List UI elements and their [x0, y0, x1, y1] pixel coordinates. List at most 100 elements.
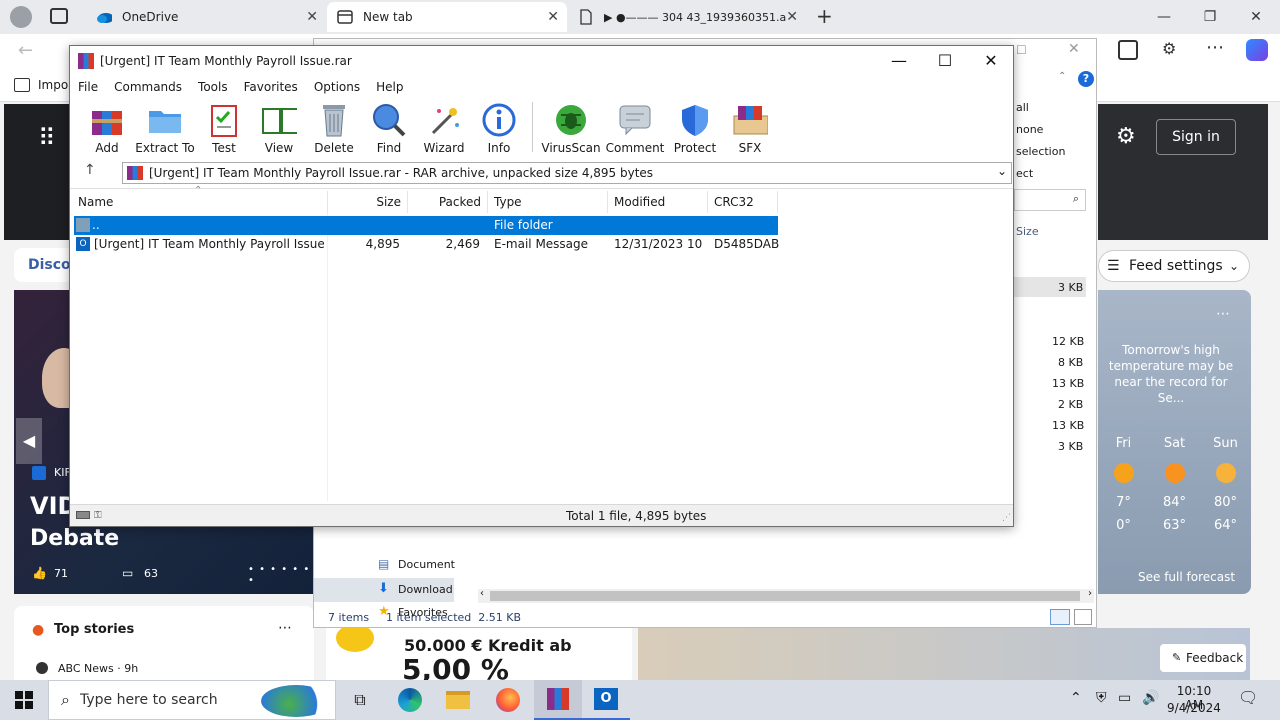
menu-options[interactable]: Options: [306, 80, 368, 94]
explorer-search-box[interactable]: ⌕: [1014, 189, 1086, 211]
close-tab-icon[interactable]: ✕: [306, 9, 318, 25]
menu-favorites[interactable]: Favorites: [236, 80, 306, 94]
explorer-restore-icon[interactable]: ☐: [1016, 43, 1027, 57]
nav-item-documents[interactable]: ▤ Document: [314, 554, 455, 576]
see-full-forecast-link[interactable]: See full forecast: [1138, 570, 1235, 584]
delete-button[interactable]: Delete: [306, 98, 362, 156]
import-favorites-link[interactable]: Impor: [38, 78, 73, 92]
column-header-size[interactable]: Size: [328, 191, 408, 213]
menu-help[interactable]: Help: [368, 80, 411, 94]
size-column-header[interactable]: Size: [1016, 225, 1039, 238]
network-icon[interactable]: ▭: [1118, 690, 1131, 706]
archive-path-box[interactable]: [Urgent] IT Team Monthly Payroll Issue.r…: [122, 162, 1012, 184]
info-button[interactable]: Info: [472, 98, 526, 156]
sign-in-button[interactable]: Sign in: [1156, 119, 1236, 155]
sfx-button[interactable]: SFX: [723, 98, 777, 156]
view-button[interactable]: View: [252, 98, 306, 156]
winrar-taskbar-button[interactable]: [534, 680, 582, 720]
ad-card[interactable]: 50.000 € Kredit ab 5,00 %: [326, 624, 632, 680]
firefox-taskbar-button[interactable]: [484, 680, 532, 720]
minimize-icon[interactable]: —: [876, 46, 922, 76]
column-header-crc32[interactable]: CRC32: [708, 191, 778, 213]
scrollbar-thumb[interactable]: [490, 591, 1080, 601]
extensions-icon[interactable]: ⚙: [1162, 39, 1176, 58]
find-button[interactable]: Find: [362, 98, 416, 156]
column-header-packed[interactable]: Packed: [408, 191, 488, 213]
discover-button[interactable]: Discov: [14, 248, 80, 282]
maximize-icon[interactable]: ☐: [922, 46, 968, 76]
add-button[interactable]: Add: [80, 98, 134, 156]
taskbar-search-box[interactable]: ⌕ Type here to search: [48, 680, 336, 720]
feed-settings-button[interactable]: ☰ Feed settings ⌄: [1098, 250, 1250, 282]
more-menu-icon[interactable]: ⋯: [1206, 37, 1224, 58]
key-icon[interactable]: ⚿: [94, 510, 102, 521]
table-row-parent-folder[interactable]: .. File folder: [74, 216, 778, 235]
select-all-button[interactable]: all: [1016, 101, 1029, 114]
scroll-left-icon[interactable]: ‹: [480, 588, 484, 599]
tab-actions-icon[interactable]: [50, 8, 68, 24]
close-window-icon[interactable]: ✕: [968, 46, 1014, 76]
menu-commands[interactable]: Commands: [106, 80, 190, 94]
extract-to-button[interactable]: Extract To: [134, 98, 196, 156]
close-window-icon[interactable]: ✕: [1233, 4, 1279, 30]
minimize-icon[interactable]: —: [1141, 4, 1187, 30]
tab-audio-file[interactable]: ▶ ●——— 304 43_1939360351.a ✕: [568, 2, 806, 32]
virusscan-button[interactable]: VirusScan: [539, 98, 603, 156]
weather-alert[interactable]: Tomorrow's high temperature may be near …: [1108, 342, 1234, 406]
details-view-icon[interactable]: [1050, 609, 1070, 625]
file-explorer-taskbar-button[interactable]: [434, 680, 482, 720]
help-icon[interactable]: ?: [1078, 71, 1094, 87]
comment-bubble-icon[interactable]: ▭: [122, 566, 133, 580]
large-icons-view-icon[interactable]: [1074, 609, 1092, 625]
notifications-icon[interactable]: 🗨: [1238, 688, 1258, 707]
more-options-icon[interactable]: ⋯: [278, 620, 292, 636]
restore-icon[interactable]: ❐: [1187, 4, 1233, 30]
nav-item-downloads[interactable]: ⬇ Download: [314, 578, 454, 602]
settings-gear-icon[interactable]: ⚙: [1116, 124, 1136, 149]
column-header-modified[interactable]: Modified: [608, 191, 708, 213]
resize-grip-icon[interactable]: ⋰: [1002, 513, 1011, 523]
profile-avatar[interactable]: [10, 6, 32, 28]
back-arrow-icon[interactable]: ←: [18, 40, 33, 61]
scroll-right-icon[interactable]: ›: [1088, 588, 1092, 599]
news-image-card[interactable]: Feedback ✎: [638, 628, 1250, 680]
start-button[interactable]: [0, 680, 48, 720]
wizard-button[interactable]: Wizard: [416, 98, 472, 156]
explorer-close-icon[interactable]: ✕: [1068, 41, 1080, 57]
menu-tools[interactable]: Tools: [190, 80, 236, 94]
apps-grid-icon[interactable]: ⠿: [38, 126, 57, 150]
menu-file[interactable]: File: [70, 80, 106, 94]
close-tab-icon[interactable]: ✕: [547, 9, 559, 25]
up-arrow-icon[interactable]: ↑: [84, 162, 96, 178]
invert-selection-button[interactable]: selection: [1016, 145, 1065, 158]
weather-more-icon[interactable]: ⋯: [1216, 306, 1230, 322]
weather-card[interactable]: ⋯ Tomorrow's high temperature may be nea…: [1098, 290, 1251, 594]
outlook-taskbar-button[interactable]: O: [582, 680, 630, 720]
protect-button[interactable]: Protect: [667, 98, 723, 156]
tab-new-tab[interactable]: New tab ✕: [327, 2, 567, 32]
show-hidden-icons-icon[interactable]: ⌃: [1070, 690, 1082, 706]
horizontal-scrollbar[interactable]: ‹ ›: [478, 588, 1094, 603]
column-header-name[interactable]: Name: [72, 191, 328, 213]
table-row-eml-file[interactable]: O [Urgent] IT Team Monthly Payroll Issue…: [74, 235, 779, 254]
drive-icon[interactable]: [76, 511, 90, 519]
ribbon-collapse-icon[interactable]: ⌃: [1058, 71, 1066, 82]
close-tab-icon[interactable]: ✕: [786, 9, 798, 25]
comment-button[interactable]: Comment: [603, 98, 667, 156]
clock-date[interactable]: 9/4/2024: [1166, 701, 1222, 715]
volume-icon[interactable]: 🔊: [1142, 690, 1159, 706]
like-icon[interactable]: 👍: [32, 566, 47, 580]
task-view-button[interactable]: ⧉: [336, 680, 384, 720]
chevron-down-icon[interactable]: ⌄: [997, 164, 1007, 178]
collections-icon[interactable]: [1118, 40, 1138, 60]
tab-onedrive[interactable]: OneDrive ✕: [86, 2, 326, 32]
column-header-type[interactable]: Type: [488, 191, 608, 213]
edge-taskbar-button[interactable]: [386, 680, 434, 720]
copilot-icon[interactable]: [1246, 39, 1268, 61]
new-tab-plus-icon[interactable]: +: [816, 4, 833, 28]
test-button[interactable]: Test: [196, 98, 252, 156]
security-icon[interactable]: ⛨: [1096, 690, 1107, 706]
select-none-button[interactable]: none: [1016, 123, 1043, 136]
carousel-dots[interactable]: • • • • • • •: [248, 564, 314, 586]
carousel-prev-icon[interactable]: ◀: [16, 418, 42, 464]
